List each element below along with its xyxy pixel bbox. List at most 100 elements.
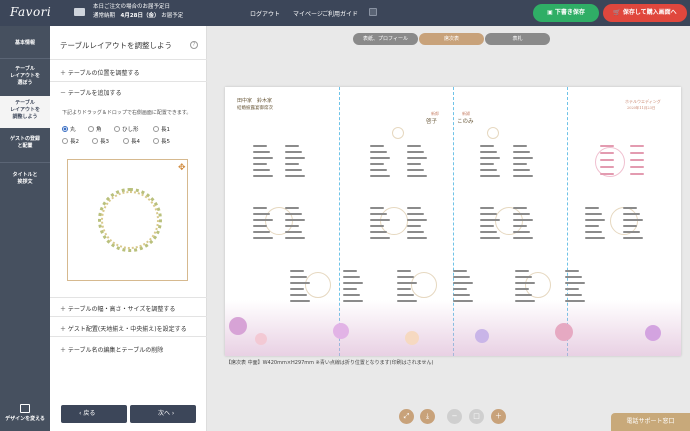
shape-radio-round[interactable]: 丸: [62, 125, 76, 133]
guest-name-line: [630, 152, 644, 154]
phone-support-button[interactable]: 電話サポート窓口: [611, 413, 690, 431]
guest-name-line: [480, 237, 500, 239]
guest-name-line: [513, 237, 533, 239]
table-preview[interactable]: ✥: [67, 159, 188, 281]
guest-name-line: [290, 276, 307, 278]
divider: [50, 59, 207, 60]
guest-name-line: [600, 173, 614, 175]
help-icon[interactable]: ?: [190, 41, 198, 49]
guest-name-line: [515, 288, 529, 290]
guest-name-line: [513, 145, 527, 147]
guest-name-line: [397, 300, 417, 302]
fullscreen-icon[interactable]: ⤢: [399, 409, 414, 424]
guest-name-line: [290, 288, 304, 290]
bride-name: このみ: [457, 119, 474, 125]
guest-name-line: [513, 175, 533, 177]
sidebar-item-choose-layout[interactable]: テーブル レイアウトを 選ぼう: [0, 62, 50, 92]
guest-name-line: [600, 152, 614, 154]
checkbox-icon[interactable]: [369, 8, 377, 16]
groom-name: 啓子: [426, 119, 438, 125]
move-icon[interactable]: ✥: [178, 164, 186, 173]
mypage-link[interactable]: マイページ: [293, 9, 323, 18]
guest-name-line: [407, 237, 427, 239]
guest-name-line: [285, 219, 305, 221]
notice-line2: 通常納期 4月28日（金） お届予定: [93, 13, 184, 19]
download-icon[interactable]: ⤓: [420, 409, 435, 424]
guest-name-line: [565, 294, 582, 296]
back-button[interactable]: ‹ 戻る: [61, 405, 127, 423]
tab-seating-chart[interactable]: 席次表: [419, 33, 484, 45]
sidebar-item-title-greeting[interactable]: タイトルと 挨拶文: [0, 172, 50, 194]
radio-icon: [123, 138, 129, 144]
logo[interactable]: Favori: [10, 5, 51, 19]
section-add-toggle[interactable]: － テーブルを追加する: [60, 88, 122, 97]
shape-radio-long5[interactable]: 長5: [153, 137, 170, 145]
logout-link[interactable]: ログアウト: [250, 9, 280, 18]
radio-icon: [114, 126, 120, 132]
guest-name-line: [407, 145, 421, 147]
guest-name-line: [370, 175, 390, 177]
guest-name-line: [370, 163, 384, 165]
guest-name-line: [370, 151, 387, 153]
section-align-toggle[interactable]: ＋ ゲスト配置(天地揃え・中央揃え)を設定する: [60, 324, 187, 333]
radio-icon: [88, 126, 94, 132]
shape-radio-long4[interactable]: 長4: [123, 137, 140, 145]
top-bar: Favori 本日ご注文の場合のお届予定日 通常納期 4月28日（金） お届予定…: [0, 0, 690, 26]
section-name-toggle[interactable]: ＋ テーブル名の編集とテーブルの削除: [60, 345, 163, 354]
guest-name-line: [513, 169, 530, 171]
save-and-buy-button[interactable]: 🛒 保存して購入画面へ: [603, 4, 687, 22]
sidebar-item-basic-info[interactable]: 基本情報: [0, 36, 50, 54]
guest-name-line: [253, 237, 273, 239]
host-families: 田中家 鈴木家: [237, 98, 273, 104]
guest-name-line: [453, 282, 473, 284]
round-table[interactable]: [411, 272, 437, 298]
plus-icon: ＋: [60, 70, 68, 77]
section-position-toggle[interactable]: ＋ テーブルの位置を調整する: [60, 68, 140, 77]
zoom-out-icon[interactable]: −: [447, 409, 462, 424]
shape-radio-long1[interactable]: 長1: [153, 125, 170, 133]
step-sidebar: 基本情報 テーブル レイアウトを 選ぼう テーブル レイアウトを 調整しよう ゲ…: [0, 26, 50, 431]
guest-name-line: [407, 231, 424, 233]
guide-link[interactable]: ご利用ガイド: [322, 9, 358, 18]
tab-nameplate[interactable]: 表札: [485, 33, 550, 45]
design-icon[interactable]: [20, 404, 30, 413]
guest-name-line: [285, 237, 305, 239]
guest-name-line: [565, 288, 579, 290]
round-table[interactable]: [305, 272, 331, 298]
section-size-toggle[interactable]: ＋ テーブルの幅・高さ・サイズを調整する: [60, 304, 175, 313]
guest-name-line: [513, 225, 527, 227]
guest-name-line: [585, 213, 602, 215]
guest-name-line: [480, 213, 497, 215]
head-table[interactable]: [392, 127, 404, 139]
tab-cover-profile[interactable]: 表紙、プロフィール: [353, 33, 418, 45]
chart-caption: 【席次表 中面】W420mm×H297mm ※青い点線は折り位置となります(印刷…: [226, 360, 434, 366]
seating-chart-canvas[interactable]: 田中家 鈴木家 結婚披露宴御席次 新郎 啓子 新婦 このみ ホテルウエディング …: [225, 87, 681, 356]
next-button[interactable]: 次へ ›: [130, 405, 196, 423]
sidebar-item-adjust-layout[interactable]: テーブル レイアウトを 調整しよう: [0, 96, 50, 128]
flower-decoration: [255, 333, 267, 345]
flower-decoration: [333, 323, 349, 339]
guest-name-line: [453, 288, 467, 290]
head-table[interactable]: [487, 127, 499, 139]
guest-name-line: [285, 163, 299, 165]
guest-name-line: [453, 294, 470, 296]
fit-icon[interactable]: □: [469, 409, 484, 424]
guest-name-line: [600, 159, 614, 161]
guest-name-line: [285, 169, 302, 171]
shape-radio-long3[interactable]: 長3: [92, 137, 109, 145]
guest-name-line: [513, 157, 533, 159]
flower-decoration: [405, 331, 419, 345]
zoom-in-icon[interactable]: ＋: [491, 409, 506, 424]
shape-radio-square[interactable]: 角: [88, 125, 102, 133]
shape-radio-diamond[interactable]: ひし形: [114, 125, 139, 133]
delivery-date: 4月28日（金）: [120, 13, 160, 19]
shape-radio-long2[interactable]: 長2: [62, 137, 79, 145]
guest-name-line: [370, 169, 387, 171]
divider: [50, 336, 207, 337]
guest-name-line: [285, 175, 305, 177]
save-draft-button[interactable]: ▣ 下書き保存: [533, 4, 599, 22]
guest-name-line: [513, 231, 530, 233]
guest-name-line: [407, 157, 427, 159]
change-design-link[interactable]: デザインを変える: [0, 416, 50, 424]
sidebar-item-guests[interactable]: ゲストの登録 と配置: [0, 136, 50, 158]
